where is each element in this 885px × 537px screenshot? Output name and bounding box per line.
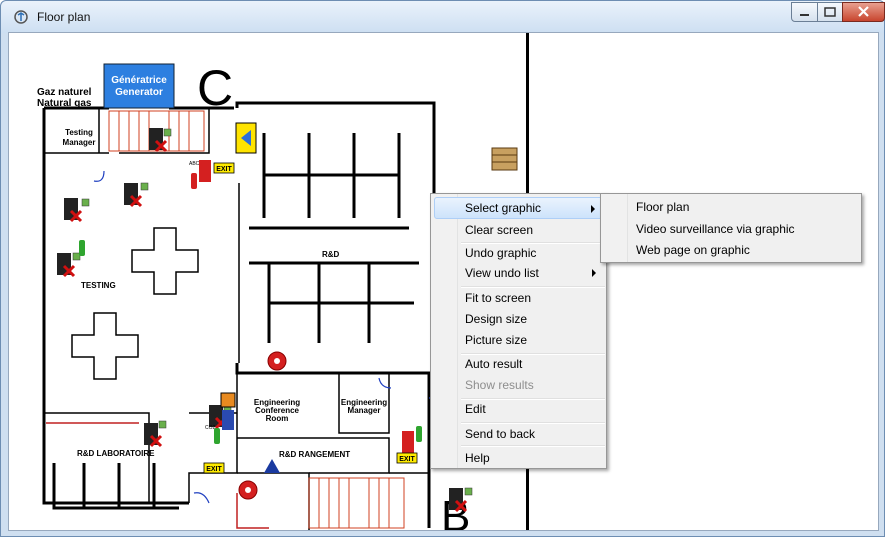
menu-item-clear-screen[interactable]: Clear screen <box>434 219 604 241</box>
close-icon <box>858 6 869 17</box>
minimize-button[interactable] <box>791 2 818 22</box>
menu-item-label: Select graphic <box>465 201 542 215</box>
menu-item-view-undo-list[interactable]: View undo list <box>434 262 604 284</box>
menu-item-undo-graphic[interactable]: Undo graphic <box>434 242 604 264</box>
menu-item-show-results: Show results <box>434 374 604 396</box>
maximize-button[interactable] <box>817 2 843 22</box>
eng-mgr-2: Manager <box>348 406 381 415</box>
title-bar[interactable]: Floor plan <box>1 1 885 33</box>
window-title: Floor plan <box>37 10 91 24</box>
testing-label: TESTING <box>81 281 116 290</box>
submenu-arrow-icon <box>592 269 596 277</box>
testing-manager-2: Manager <box>63 138 96 147</box>
menu-item-select-graphic[interactable]: Select graphic <box>434 197 604 219</box>
rnd-rangement-label: R&D RANGEMENT <box>279 450 350 459</box>
gas-label-en: Natural gas <box>37 98 92 109</box>
menu-item-design-size[interactable]: Design size <box>434 308 604 330</box>
gas-label: Gaz naturel <box>37 87 92 98</box>
rnd-label: R&D <box>322 250 340 259</box>
close-button[interactable] <box>842 2 885 22</box>
menu-item-label: Design size <box>465 312 528 326</box>
floor-plan-window: Floor plan Génératrice Generator Gaz nat… <box>0 0 885 537</box>
abc-label: ABC <box>189 161 200 167</box>
co2-label: CO2 <box>205 425 216 431</box>
cubicles-bottom <box>249 261 419 343</box>
menu-item-label: Send to back <box>465 427 536 441</box>
generator-box <box>103 63 175 109</box>
minimize-icon <box>800 14 809 16</box>
building-c-label: C <box>197 60 233 116</box>
menu-item-label: Video surveillance via graphic <box>636 222 795 236</box>
menu-item-label: Undo graphic <box>465 246 537 260</box>
generator-fr-label: Génératrice <box>111 75 167 86</box>
submenu-arrow-icon <box>591 205 595 213</box>
menu-item-label: Fit to screen <box>465 291 532 305</box>
menu-item-label: View undo list <box>465 266 539 280</box>
select-graphic-submenu: Floor plan Video surveillance via graphi… <box>600 193 862 263</box>
menu-item-send-to-back[interactable]: Send to back <box>434 423 604 445</box>
testing-manager-1: Testing <box>65 128 93 137</box>
menu-item-fit-to-screen[interactable]: Fit to screen <box>434 287 604 309</box>
exit-sign-1: EXIT <box>216 166 232 173</box>
menu-item-label: Picture size <box>465 333 528 347</box>
submenu-item-floor-plan[interactable]: Floor plan <box>604 196 858 218</box>
menu-item-label: Show results <box>465 378 534 392</box>
app-icon <box>14 10 28 24</box>
menu-item-edit[interactable]: Edit <box>434 398 604 420</box>
exit-sign-2: EXIT <box>206 466 222 473</box>
submenu-item-video-surveillance[interactable]: Video surveillance via graphic <box>604 218 858 240</box>
menu-item-label: Auto result <box>465 357 523 371</box>
menu-item-picture-size[interactable]: Picture size <box>434 329 604 351</box>
eng-conf-3: Room <box>266 414 289 423</box>
context-menu: Select graphic Clear screen Undo graphic… <box>430 193 607 469</box>
generator-en-label: Generator <box>115 87 163 98</box>
maximize-icon <box>824 7 836 17</box>
submenu-item-web-page[interactable]: Web page on graphic <box>604 239 858 261</box>
rnd-lab-label: R&D LABORATOIRE <box>77 449 155 458</box>
menu-item-label: Help <box>465 451 490 465</box>
exit-sign-3: EXIT <box>399 456 415 463</box>
menu-item-label: Edit <box>465 402 486 416</box>
menu-item-auto-result[interactable]: Auto result <box>434 353 604 375</box>
menu-item-label: Clear screen <box>465 223 534 237</box>
menu-item-label: Web page on graphic <box>636 243 750 257</box>
menu-item-help[interactable]: Help <box>434 447 604 469</box>
cubicles-top <box>249 133 409 230</box>
menu-item-label: Floor plan <box>636 200 690 214</box>
